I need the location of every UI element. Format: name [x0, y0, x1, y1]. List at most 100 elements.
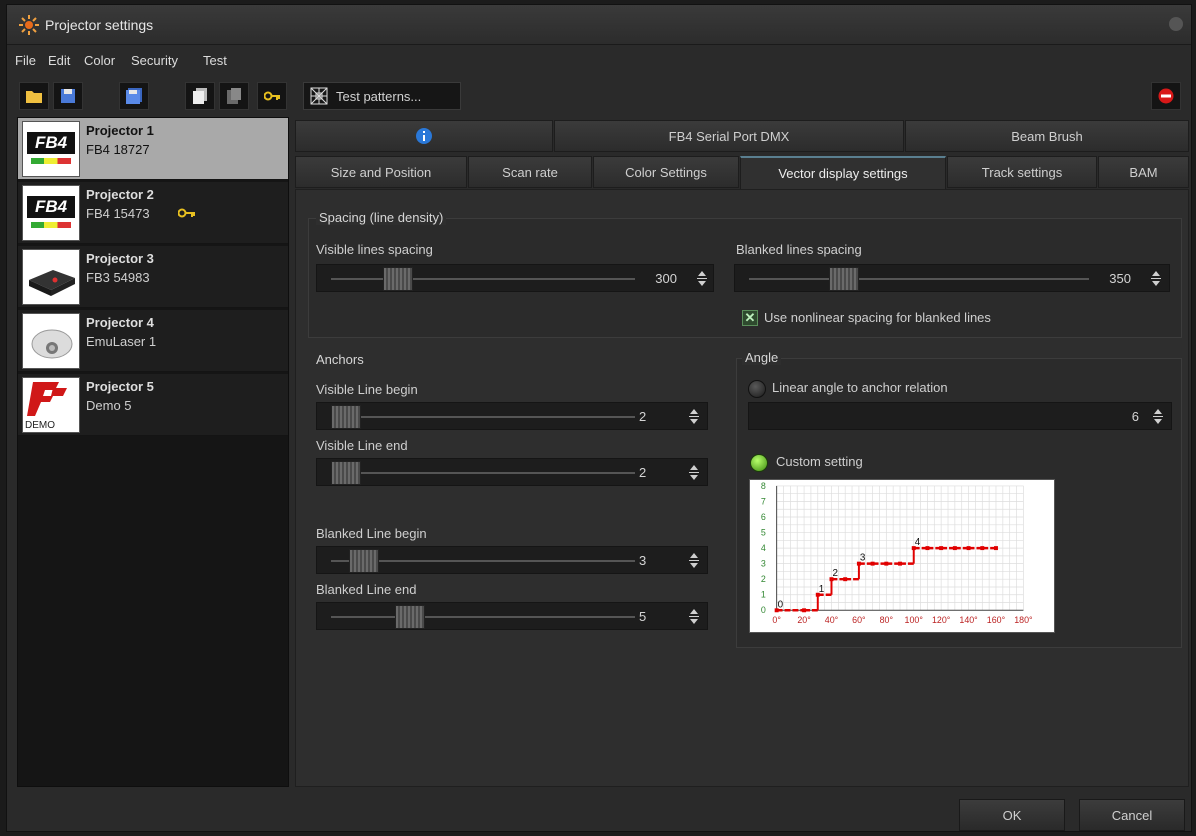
test-patterns-button[interactable]: Test patterns... — [303, 82, 461, 110]
anchors-group-title: Anchors — [316, 352, 364, 367]
projector-name: Projector 2 — [86, 187, 154, 202]
tab-color-settings[interactable]: Color Settings — [593, 156, 739, 188]
projector-item-4[interactable]: Projector 4 EmuLaser 1 — [18, 310, 288, 372]
menu-color[interactable]: Color — [84, 53, 115, 68]
data-point — [870, 561, 875, 566]
tab-vector-display-settings[interactable]: Vector display settings — [740, 156, 946, 190]
y-tick-label: 4 — [761, 543, 766, 553]
visible-lines-spacing-label: Visible lines spacing — [316, 242, 433, 257]
projector-item-5[interactable]: DEMO Projector 5 Demo 5 — [18, 374, 288, 436]
demo-thumbnail: DEMO — [22, 377, 80, 433]
linear-angle-label: Linear angle to anchor relation — [772, 380, 948, 395]
custom-setting-radio[interactable] — [750, 454, 768, 472]
angle-anchor-chart[interactable]: 0123456780° 20° 40° 60° 80° 100° 120° 140° 160° 1… — [749, 479, 1055, 633]
linear-angle-input[interactable]: 6 — [748, 402, 1172, 430]
visible-line-end-spinner[interactable] — [687, 463, 701, 483]
menu-test[interactable]: Test — [203, 53, 227, 68]
tab-fb4-serial-port-dmx[interactable]: FB4 Serial Port DMX — [554, 120, 904, 152]
spacing-group-title: Spacing (line density) — [316, 210, 447, 225]
point-label: 3 — [860, 553, 866, 564]
blanked-line-begin-spinner[interactable] — [687, 551, 701, 571]
blanked-line-end-label: Blanked Line end — [316, 582, 417, 597]
stop-button[interactable] — [1151, 82, 1181, 110]
data-point — [994, 546, 998, 551]
x-tick-label: 120° — [932, 615, 951, 625]
tab-track-settings[interactable]: Track settings — [947, 156, 1097, 188]
data-point — [898, 561, 902, 566]
blanked-lines-spacing-label: Blanked lines spacing — [736, 242, 862, 257]
data-point — [980, 546, 985, 551]
y-tick-label: 0 — [761, 605, 766, 615]
blanked-line-end-slider[interactable]: 5 — [316, 602, 708, 630]
tab-size-and-position[interactable]: Size and Position — [295, 156, 467, 188]
cancel-button[interactable]: Cancel — [1079, 799, 1185, 831]
tab-beam-brush[interactable]: Beam Brush — [905, 120, 1189, 152]
custom-setting-label: Custom setting — [776, 454, 863, 469]
fb4-thumbnail: FB4 — [22, 185, 80, 241]
data-point — [939, 546, 944, 551]
save-all-icon — [126, 88, 142, 104]
menu-security[interactable]: Security — [131, 53, 178, 68]
tab-info[interactable] — [295, 120, 553, 152]
visible-lines-spacing-spinner[interactable] — [695, 269, 709, 289]
projector-serial: FB4 15473 — [86, 206, 150, 221]
key-icon — [178, 208, 195, 218]
point-label: 0 — [778, 599, 784, 610]
linear-angle-radio[interactable] — [748, 380, 766, 398]
projector-serial: FB4 18727 — [86, 142, 150, 157]
projector-name: Projector 3 — [86, 251, 154, 266]
blanked-line-begin-value: 3 — [639, 553, 647, 568]
copy-button[interactable] — [185, 82, 215, 110]
visible-lines-spacing-slider[interactable]: 300 — [316, 264, 714, 292]
save-button[interactable] — [53, 82, 83, 110]
ok-button[interactable]: OK — [959, 799, 1065, 831]
toolbar: Test patterns... — [7, 79, 1191, 113]
projector-item-3[interactable]: Projector 3 FB3 54983 — [18, 246, 288, 308]
visible-line-begin-value: 2 — [639, 409, 647, 424]
linear-angle-spinner[interactable] — [1151, 407, 1165, 427]
nonlinear-spacing-label: Use nonlinear spacing for blanked lines — [764, 310, 991, 325]
open-folder-button[interactable] — [19, 82, 49, 110]
visible-line-end-label: Visible Line end — [316, 438, 408, 453]
paste-icon — [227, 88, 241, 104]
paste-button[interactable] — [219, 82, 249, 110]
data-point — [843, 577, 848, 582]
visible-line-begin-slider[interactable]: 2 — [316, 402, 708, 430]
blanked-lines-spacing-slider[interactable]: 350 — [734, 264, 1170, 292]
blanked-lines-spacing-spinner[interactable] — [1149, 269, 1163, 289]
projector-item-1[interactable]: FB4 Projector 1 FB4 18727 — [18, 118, 288, 180]
tabs-row-1: FB4 Serial Port DMX Beam Brush — [295, 120, 1189, 152]
data-point — [966, 546, 971, 551]
fb4-thumbnail: FB4 — [22, 121, 80, 177]
point-label: 2 — [832, 568, 837, 579]
x-tick-label: 180° — [1014, 615, 1033, 625]
x-tick-label: 100° — [905, 615, 924, 625]
projector-item-2[interactable]: FB4 Projector 2 FB4 15473 — [18, 182, 288, 244]
y-tick-label: 7 — [761, 496, 766, 506]
tab-bam[interactable]: BAM — [1098, 156, 1189, 188]
x-tick-label: 80° — [880, 615, 894, 625]
x-tick-label: 140° — [959, 615, 978, 625]
nonlinear-spacing-checkbox[interactable]: ✕ — [742, 310, 758, 326]
app-icon — [19, 15, 39, 35]
blanked-line-end-value: 5 — [639, 609, 647, 624]
linear-angle-value: 6 — [1131, 409, 1139, 424]
menu-file[interactable]: File — [15, 53, 36, 68]
menu-edit[interactable]: Edit — [48, 53, 70, 68]
x-tick-label: 0° — [772, 615, 781, 625]
visible-line-end-slider[interactable]: 2 — [316, 458, 708, 486]
blanked-line-begin-slider[interactable]: 3 — [316, 546, 708, 574]
projector-list: FB4 Projector 1 FB4 18727 FB4 Projector … — [17, 117, 289, 787]
info-icon — [416, 128, 432, 144]
window-close-icon[interactable] — [1169, 17, 1183, 31]
data-point — [884, 561, 889, 566]
y-tick-label: 5 — [761, 528, 766, 538]
save-all-button[interactable] — [119, 82, 149, 110]
visible-line-begin-spinner[interactable] — [687, 407, 701, 427]
security-key-button[interactable] — [257, 82, 287, 110]
tab-scan-rate[interactable]: Scan rate — [468, 156, 592, 188]
projector-name: Projector 1 — [86, 123, 154, 138]
visible-line-begin-label: Visible Line begin — [316, 382, 418, 397]
y-tick-label: 2 — [761, 574, 766, 584]
blanked-line-end-spinner[interactable] — [687, 607, 701, 627]
